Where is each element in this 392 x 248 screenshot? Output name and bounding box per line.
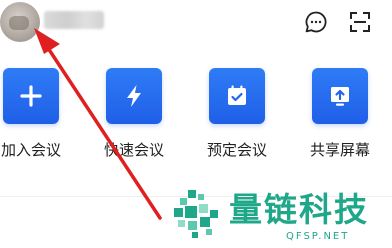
quick-meeting-label: 快速会议	[103, 141, 164, 159]
share-screen-label: 共享屏幕	[309, 141, 370, 159]
join-meeting-label: 加入会议	[0, 141, 61, 159]
watermark-logo	[174, 190, 218, 238]
screen-share-icon	[331, 87, 349, 106]
scan-icon[interactable]	[348, 10, 372, 34]
meeting-home-screen: 加入会议 快速会议 预定会议 共享屏幕 量链科技 QFSP.NET	[0, 0, 392, 248]
plus-icon	[20, 85, 42, 107]
lightning-icon	[127, 85, 141, 107]
chat-bubble-icon[interactable]	[304, 10, 328, 34]
username-redacted	[44, 11, 104, 29]
user-avatar[interactable]	[0, 2, 40, 42]
share-screen-button[interactable]	[312, 68, 368, 124]
watermark-title: 量链科技	[229, 190, 369, 229]
join-meeting-button[interactable]	[3, 68, 59, 124]
quick-meeting-button[interactable]	[106, 68, 162, 124]
schedule-meeting-button[interactable]	[209, 68, 265, 124]
watermark-subtitle: QFSP.NET	[286, 231, 350, 242]
schedule-meeting-label: 预定会议	[206, 141, 267, 159]
calendar-check-icon	[228, 85, 246, 105]
